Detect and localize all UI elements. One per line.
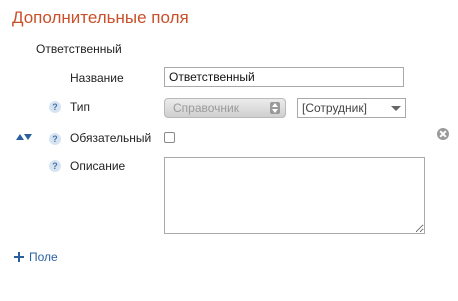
directory-select-value: [Сотрудник]: [302, 101, 367, 115]
description-label: Описание: [70, 159, 126, 173]
select-arrows-icon: [270, 102, 280, 114]
name-input[interactable]: [164, 67, 404, 87]
description-textarea[interactable]: [164, 157, 425, 234]
move-up-down-icon[interactable]: [16, 133, 32, 141]
type-help-icon[interactable]: ?: [49, 101, 61, 113]
delete-icon[interactable]: [437, 128, 449, 140]
additional-fields-panel: Дополнительные поля Ответственный Назван…: [0, 0, 458, 301]
required-label: Обязательный: [70, 131, 152, 145]
required-checkbox[interactable]: [164, 132, 175, 143]
name-label: Название: [70, 71, 124, 85]
type-label: Тип: [70, 100, 91, 114]
add-field-button[interactable]: Поле: [14, 250, 58, 264]
plus-icon: [14, 252, 24, 262]
type-select-value: Справочник: [173, 101, 239, 115]
directory-select[interactable]: [Сотрудник]: [297, 98, 406, 118]
add-field-label: Поле: [29, 250, 58, 264]
field-header: Ответственный: [36, 42, 122, 56]
chevron-down-icon: [391, 106, 401, 111]
page-title: Дополнительные поля: [12, 8, 189, 27]
required-help-icon[interactable]: ?: [49, 133, 61, 145]
type-select: Справочник: [164, 98, 286, 118]
description-help-icon[interactable]: ?: [49, 160, 61, 172]
